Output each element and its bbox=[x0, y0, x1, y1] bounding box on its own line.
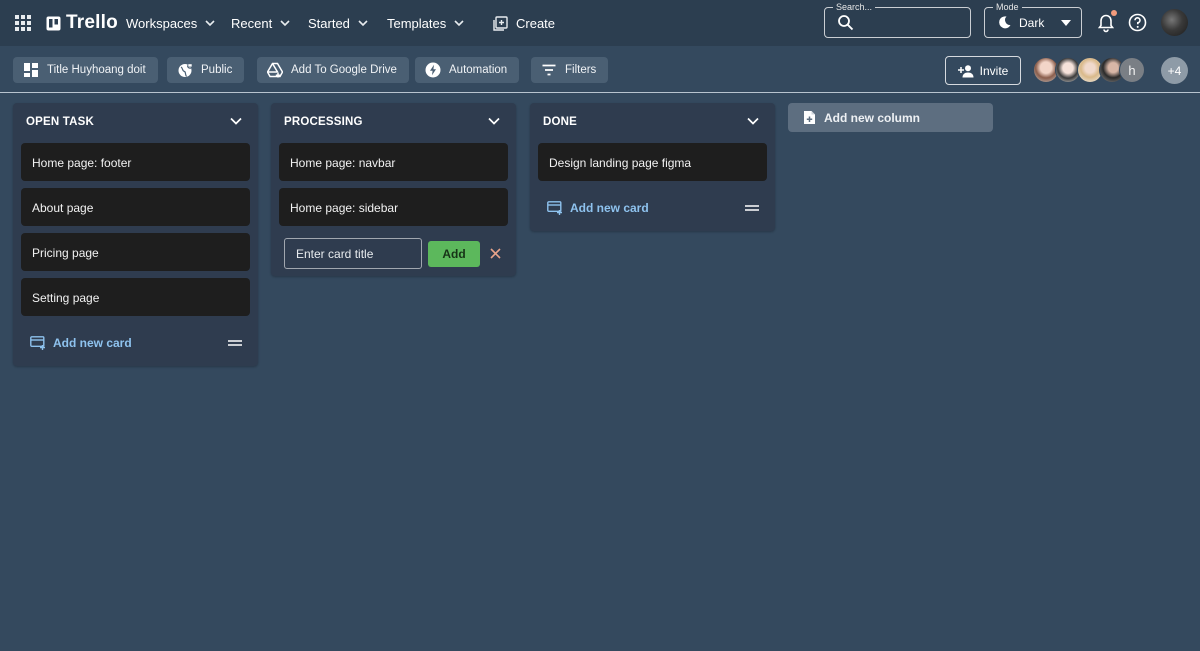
close-icon[interactable] bbox=[490, 248, 501, 259]
create-button[interactable]: Create bbox=[493, 12, 555, 34]
search-field[interactable]: Search... bbox=[824, 1, 971, 38]
task-card[interactable]: Design landing page figma bbox=[538, 143, 767, 181]
add-card-label: Add new card bbox=[570, 201, 649, 215]
task-card[interactable]: Home page: footer bbox=[21, 143, 250, 181]
mode-legend: Mode bbox=[993, 1, 1022, 13]
mode-select[interactable]: Mode Dark bbox=[984, 1, 1082, 38]
drag-handle-icon[interactable] bbox=[745, 205, 759, 211]
create-label: Create bbox=[516, 15, 556, 31]
help-icon[interactable] bbox=[1128, 13, 1147, 32]
add-box-icon bbox=[493, 15, 508, 31]
person-add-icon bbox=[957, 64, 974, 77]
add-card-icon bbox=[30, 336, 45, 350]
app-name: Trello bbox=[66, 12, 118, 33]
task-card[interactable]: Pricing page bbox=[21, 233, 250, 271]
add-column-button[interactable]: Add new column bbox=[788, 103, 993, 132]
column-open-task: OPEN TASK Home page: footer About page P… bbox=[13, 103, 258, 366]
chevron-down-icon[interactable] bbox=[747, 117, 759, 125]
notification-badge bbox=[1111, 10, 1117, 16]
search-icon bbox=[838, 15, 854, 31]
member-avatar-letter[interactable]: h bbox=[1119, 57, 1145, 83]
dashboard-icon bbox=[24, 63, 38, 77]
filter-icon bbox=[542, 64, 556, 76]
task-card[interactable]: Home page: navbar bbox=[279, 143, 508, 181]
chevron-down-icon bbox=[358, 20, 368, 27]
moon-icon bbox=[999, 16, 1011, 29]
invite-button[interactable]: Invite bbox=[945, 56, 1021, 85]
chevron-down-icon bbox=[205, 20, 215, 27]
nav-recent-label: Recent bbox=[231, 15, 273, 31]
add-card-button[interactable]: Add new card bbox=[547, 198, 649, 218]
filters-button[interactable]: Filters bbox=[531, 57, 609, 83]
nav-started-label: Started bbox=[308, 15, 350, 31]
nav-recent[interactable]: Recent bbox=[231, 12, 292, 34]
invite-label: Invite bbox=[979, 63, 1009, 78]
column-title: DONE bbox=[543, 116, 578, 128]
google-drive-button[interactable]: Add To Google Drive bbox=[257, 57, 409, 83]
column-done: DONE Design landing page figma Add new c… bbox=[530, 103, 775, 231]
chevron-down-icon[interactable] bbox=[488, 117, 500, 125]
add-card-button[interactable]: Add new card bbox=[30, 333, 132, 353]
nav-started[interactable]: Started bbox=[308, 12, 370, 34]
add-card-icon bbox=[547, 201, 562, 215]
app-logo[interactable]: Trello bbox=[46, 12, 118, 34]
nav-templates[interactable]: Templates bbox=[387, 12, 466, 34]
filters-label: Filters bbox=[565, 64, 597, 76]
visibility-button[interactable]: Public bbox=[167, 57, 245, 83]
board-title-button[interactable]: Title Huyhoang doit bbox=[13, 57, 158, 83]
automation-button[interactable]: Automation bbox=[415, 57, 520, 83]
task-card[interactable]: Setting page bbox=[21, 278, 250, 316]
column-processing: PROCESSING Home page: navbar Home page: … bbox=[271, 103, 516, 276]
google-drive-icon bbox=[267, 62, 283, 78]
task-card[interactable]: About page bbox=[21, 188, 250, 226]
add-card-label: Add new card bbox=[53, 336, 132, 350]
automation-label: Automation bbox=[449, 64, 508, 76]
nav-workspaces[interactable]: Workspaces bbox=[126, 12, 217, 34]
public-globe-icon bbox=[178, 62, 193, 77]
user-avatar[interactable] bbox=[1161, 9, 1188, 36]
column-title: OPEN TASK bbox=[26, 116, 95, 128]
board-toolbar: Title Huyhoang doit Public Add To Google… bbox=[0, 46, 1200, 93]
board-title: Title Huyhoang doit bbox=[47, 64, 146, 76]
add-column-label: Add new column bbox=[824, 110, 920, 125]
visibility-label: Public bbox=[201, 64, 233, 76]
chevron-down-icon[interactable] bbox=[230, 117, 242, 125]
new-card-title-input[interactable] bbox=[284, 238, 422, 269]
caret-down-icon bbox=[1061, 20, 1071, 26]
drag-handle-icon[interactable] bbox=[228, 340, 242, 346]
apps-grid-icon[interactable] bbox=[14, 14, 32, 32]
nav-templates-label: Templates bbox=[387, 15, 447, 31]
column-title: PROCESSING bbox=[284, 116, 363, 128]
more-members-button[interactable]: +4 bbox=[1161, 57, 1188, 84]
trello-logo-icon bbox=[46, 16, 61, 30]
chevron-down-icon bbox=[280, 20, 290, 27]
bolt-icon bbox=[425, 62, 441, 78]
nav-workspaces-label: Workspaces bbox=[126, 15, 198, 31]
search-input[interactable] bbox=[859, 12, 964, 34]
chevron-down-icon bbox=[454, 20, 464, 27]
bell-icon[interactable] bbox=[1096, 13, 1116, 33]
mode-value: Dark bbox=[1019, 16, 1045, 30]
app-header: Trello Workspaces Recent Started Templat… bbox=[0, 0, 1200, 46]
add-card-submit-button[interactable]: Add bbox=[428, 241, 480, 267]
google-drive-label: Add To Google Drive bbox=[291, 64, 397, 76]
note-add-icon bbox=[804, 111, 815, 124]
task-card[interactable]: Home page: sidebar bbox=[279, 188, 508, 226]
